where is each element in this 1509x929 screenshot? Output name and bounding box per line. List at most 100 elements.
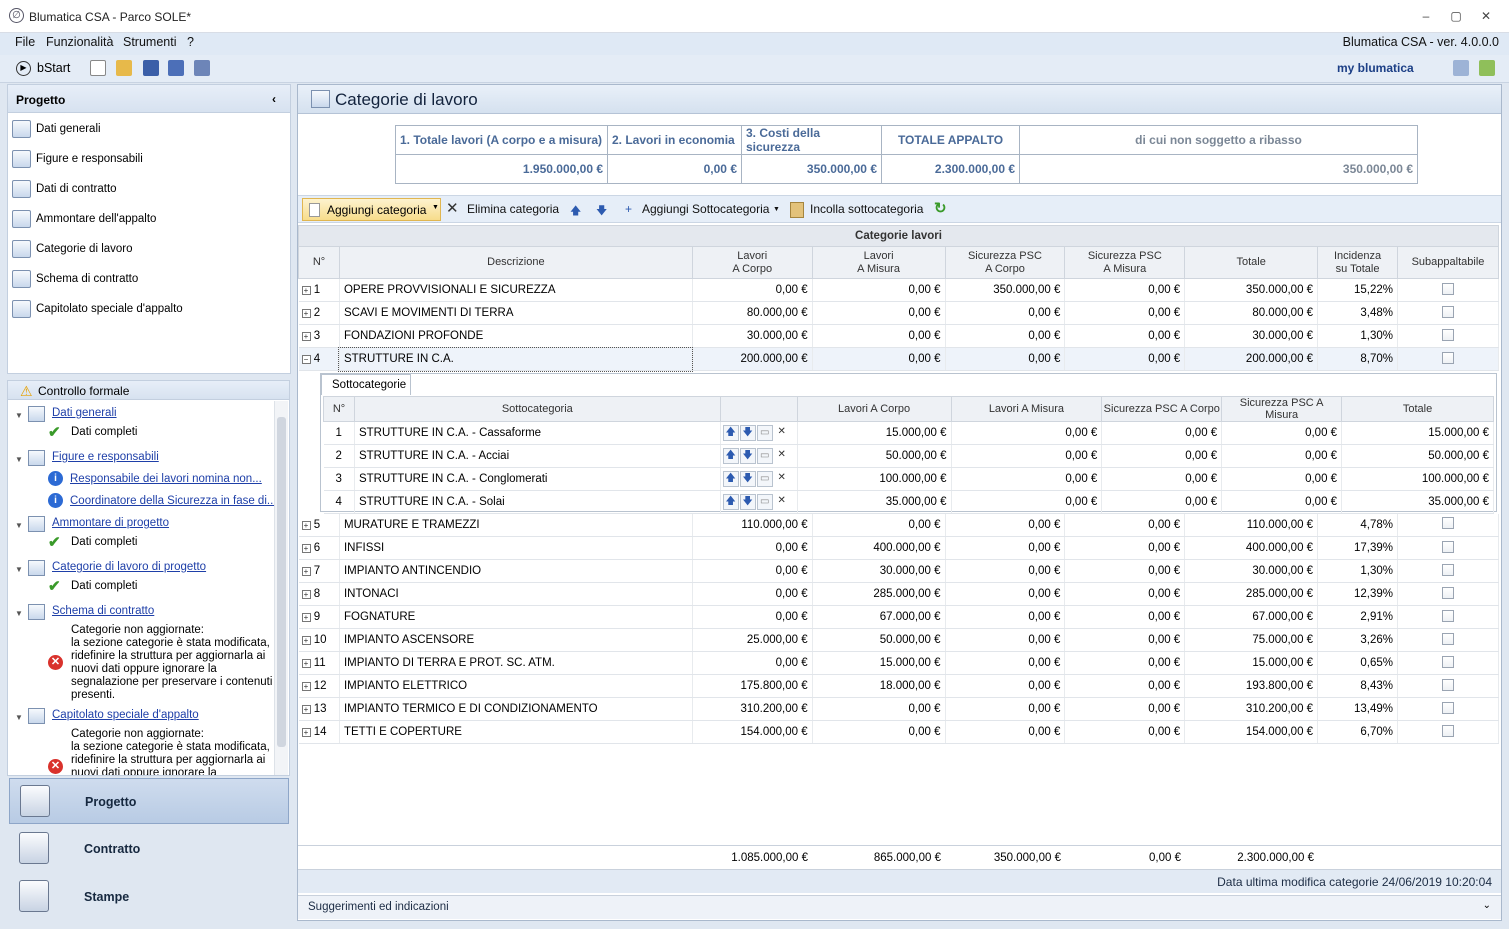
nav-schema-contratto[interactable]: Schema di contratto [10, 265, 280, 293]
dropdown-icon[interactable]: ▼ [773, 206, 780, 213]
cell-value[interactable]: 0,00 € [945, 605, 1066, 629]
move-up-icon[interactable]: 🡅 [722, 425, 739, 441]
sub-col-header[interactable]: Sottocategoria [353, 396, 721, 422]
cell-value[interactable]: 0,00 € [812, 720, 946, 744]
expand-icon[interactable]: + [301, 520, 311, 530]
col-header[interactable]: Lavori A Misura [811, 246, 946, 279]
cell-value[interactable]: 0,00 € [692, 605, 813, 629]
expand-icon[interactable]: + [301, 332, 311, 341]
cell-value[interactable]: 0,00 € [1064, 536, 1186, 560]
col-header[interactable]: Subappaltabile [1397, 246, 1499, 279]
menu-file[interactable]: File [15, 35, 35, 49]
sub-cell-value[interactable]: 35.000,00 € [797, 490, 952, 514]
cell-value[interactable]: 350.000,00 € [945, 278, 1066, 302]
maximize-icon[interactable]: ▢ [1446, 8, 1466, 24]
scrollbar[interactable] [274, 401, 288, 775]
col-header[interactable]: Incidenza su Totale [1317, 246, 1398, 279]
cell-value[interactable]: 30.000,00 € [1184, 559, 1319, 583]
ctrl-link-schema[interactable]: Schema di contratto [52, 605, 154, 618]
col-header[interactable]: Sicurezza PSC A Corpo [944, 246, 1066, 279]
col-header[interactable]: Lavori A Corpo [691, 246, 813, 279]
nav-ammontare[interactable]: Ammontare dell'appalto [10, 205, 280, 233]
chevron-down-icon[interactable]: ⌄ [1483, 900, 1491, 911]
cell-value[interactable]: 6,70% [1317, 720, 1398, 744]
cell-description[interactable]: SCAVI E MOVIMENTI DI TERRA [339, 301, 693, 325]
sub-cell-value[interactable]: 100.000,00 € [797, 467, 952, 491]
expand-icon[interactable]: + [301, 544, 311, 553]
nav-button-stampe[interactable]: Stampe [9, 874, 289, 920]
table-row[interactable]: + 9 FOGNATURE 0,00 €67.000,00 €0,00 €0,00 … [298, 605, 1499, 629]
col-header[interactable]: Totale [1184, 246, 1319, 279]
cell-value[interactable]: 17,39% [1317, 536, 1398, 560]
sub-cell-value[interactable]: 0,00 € [1101, 444, 1223, 468]
cell-value[interactable]: 285.000,00 € [1184, 582, 1319, 606]
sub-cell-value[interactable]: 15.000,00 € [797, 421, 952, 445]
copy-icon[interactable]: ▭ [756, 471, 773, 487]
move-down-icon[interactable]: 🡇 [739, 448, 756, 464]
blumatica-brand[interactable]: my blumatica [1337, 61, 1414, 75]
cell-value[interactable]: 0,00 € [1064, 582, 1186, 606]
move-down-icon[interactable]: 🡇 [739, 494, 756, 510]
cell-value[interactable]: 15.000,00 € [1184, 651, 1319, 675]
cell-value[interactable]: 175.800,00 € [692, 674, 813, 698]
sub-cell-value[interactable]: 50.000,00 € [797, 444, 952, 468]
nav-button-contratto[interactable]: Contratto [9, 826, 289, 872]
cell-value[interactable]: 0,00 € [812, 347, 946, 371]
sub-cell-value[interactable]: 0,00 € [1221, 444, 1343, 468]
sub-cell-number[interactable]: 4 [323, 490, 355, 514]
cell-description[interactable]: IMPIANTO ASCENSORE [339, 628, 693, 652]
table-row[interactable]: − 4 STRUTTURE IN C.A. 200.000,00 €0,00 €0,… [298, 346, 1499, 372]
delete-icon[interactable]: ✕ [774, 494, 790, 510]
cell-description[interactable]: STRUTTURE IN C.A. [338, 346, 694, 372]
table-row[interactable]: + 3 FONDAZIONI PROFONDE 30.000,00 €0,00 €0… [298, 324, 1499, 348]
sub-col-header[interactable]: Lavori A Corpo [796, 396, 952, 422]
subappaltabile-checkbox[interactable] [1442, 724, 1454, 737]
cell-value[interactable]: 400.000,00 € [812, 536, 946, 560]
save-as-icon[interactable] [194, 60, 210, 76]
table-row[interactable]: + 1 OPERE PROVVISIONALI E SICUREZZA 0,00 €… [298, 278, 1499, 302]
cell-value[interactable]: 0,00 € [1064, 278, 1186, 302]
table-row[interactable]: + 12 IMPIANTO ELETTRICO 175.800,00 €18.000… [298, 674, 1499, 698]
collapse-icon[interactable]: ‹ [272, 92, 276, 106]
cell-value[interactable]: 154.000,00 € [1184, 720, 1319, 744]
cell-value[interactable]: 310.200,00 € [1184, 697, 1319, 721]
cell-value[interactable]: 200.000,00 € [1184, 347, 1319, 371]
expand-icon[interactable]: + [301, 728, 311, 737]
copy-icon[interactable]: ▭ [756, 494, 773, 510]
paste-subcategory-button[interactable]: Incolla sottocategoria [810, 202, 923, 216]
nav-capitolato[interactable]: Capitolato speciale d'appalto [10, 295, 280, 323]
cell-value[interactable]: 0,00 € [1064, 628, 1186, 652]
cell-value[interactable]: 0,00 € [812, 697, 946, 721]
cell-value[interactable]: 0,00 € [692, 278, 813, 302]
nav-button-progetto[interactable]: Progetto [9, 778, 289, 824]
cell-value[interactable]: 0,00 € [945, 513, 1066, 537]
cell-value[interactable]: 0,00 € [945, 536, 1066, 560]
cell-value[interactable]: 110.000,00 € [692, 513, 813, 537]
new-file-icon[interactable] [90, 60, 106, 76]
ctrl-link-coordinatore[interactable]: Coordinatore della Sicurezza in fase di.… [70, 495, 276, 508]
cell-value[interactable]: 154.000,00 € [692, 720, 813, 744]
ctrl-link-ammontare[interactable]: Ammontare di progetto [52, 517, 169, 530]
add-subcategory-button[interactable]: Aggiungi Sottocategoria [642, 202, 769, 216]
cell-value[interactable]: 0,00 € [1064, 720, 1186, 744]
cell-value[interactable]: 310.200,00 € [692, 697, 813, 721]
cell-value[interactable]: 18.000,00 € [812, 674, 946, 698]
cell-value[interactable]: 0,65% [1317, 651, 1398, 675]
cell-value[interactable]: 0,00 € [1064, 301, 1186, 325]
sub-cell-description[interactable]: STRUTTURE IN C.A. - Cassaforme [354, 421, 721, 445]
sub-cell-number[interactable]: 3 [323, 467, 355, 491]
cell-description[interactable]: FONDAZIONI PROFONDE [339, 324, 693, 348]
cell-description[interactable]: IMPIANTO ELETTRICO [339, 674, 693, 698]
cell-value[interactable]: 0,00 € [945, 559, 1066, 583]
refresh-icon[interactable]: ↻ [934, 199, 947, 217]
cell-value[interactable]: 0,00 € [945, 674, 1066, 698]
col-header[interactable]: Sicurezza PSC A Misura [1064, 246, 1186, 279]
table-row[interactable]: + 13 IMPIANTO TERMICO E DI CONDIZIONAMENT… [298, 697, 1499, 721]
table-row[interactable]: + 14 TETTI E COPERTURE 154.000,00 €0,00 €0… [298, 720, 1499, 744]
nav-dati-contratto[interactable]: Dati di contratto [10, 175, 280, 203]
cell-value[interactable]: 0,00 € [812, 301, 946, 325]
cell-value[interactable]: 0,00 € [945, 720, 1066, 744]
expand-icon[interactable]: ▼ [15, 609, 23, 618]
minimize-icon[interactable]: – [1416, 8, 1436, 24]
sub-cell-value[interactable]: 35.000,00 € [1341, 490, 1494, 514]
